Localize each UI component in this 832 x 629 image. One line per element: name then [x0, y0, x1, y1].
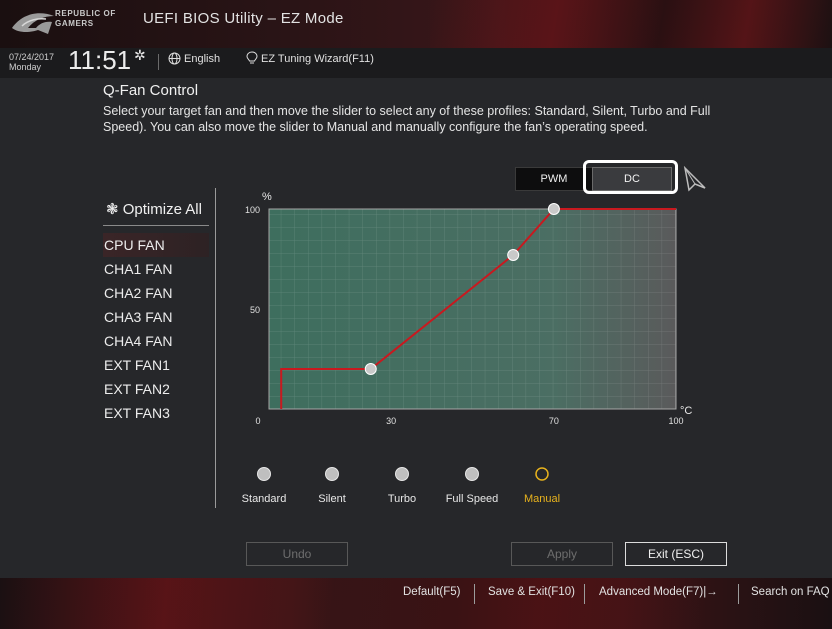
fan-list: CPU FAN CHA1 FAN CHA2 FAN CHA3 FAN CHA4 FAN E…	[103, 233, 209, 425]
search-faq-button[interactable]: Search on FAQ	[751, 586, 830, 598]
x-tick-label: 0	[255, 416, 260, 426]
language-selector[interactable]: English	[184, 53, 220, 65]
save-exit-button[interactable]: Save & Exit(F10)	[488, 586, 575, 598]
ez-tuning-wizard-link[interactable]: EZ Tuning Wizard(F11)	[261, 53, 374, 65]
curve-handle[interactable]	[507, 249, 520, 261]
optimize-icon: ❃	[106, 201, 119, 218]
fan-item[interactable]: EXT FAN3	[103, 401, 209, 425]
gear-icon[interactable]: ✲	[134, 48, 146, 64]
fan-item[interactable]: CHA4 FAN	[103, 329, 209, 353]
separator	[158, 54, 159, 70]
optimize-all-label: Optimize All	[122, 201, 202, 218]
app-title: UEFI BIOS Utility – EZ Mode	[143, 10, 344, 27]
profile-label[interactable]: Turbo	[388, 493, 416, 505]
fan-item[interactable]: CPU FAN	[103, 233, 209, 257]
fan-item[interactable]: EXT FAN2	[103, 377, 209, 401]
logo-line1: REPUBLIC OF	[55, 9, 116, 18]
profile-label[interactable]: Full Speed	[446, 493, 499, 505]
section-title: Q-Fan Control	[103, 82, 199, 99]
y-axis-unit: %	[262, 191, 272, 203]
profile-knob[interactable]	[325, 467, 339, 481]
profile-label[interactable]: Manual	[524, 493, 560, 505]
fan-item[interactable]: CHA3 FAN	[103, 305, 209, 329]
separator	[738, 584, 739, 604]
globe-icon[interactable]	[168, 52, 181, 65]
y-tick-label: 100	[245, 205, 260, 215]
lightbulb-icon[interactable]	[246, 51, 258, 65]
advanced-mode-button[interactable]: Advanced Mode(F7)|→	[599, 586, 718, 598]
fan-item[interactable]: EXT FAN1	[103, 353, 209, 377]
profile-label[interactable]: Silent	[318, 493, 346, 505]
profile-knob[interactable]	[465, 467, 479, 481]
optimize-all-button[interactable]: ❃ Optimize All	[106, 200, 202, 218]
exit-button[interactable]: Exit (ESC)	[625, 542, 727, 566]
separator	[474, 584, 475, 604]
fan-curve-chart[interactable]: %°C100500 30 70 100	[240, 188, 700, 438]
vertical-divider	[215, 188, 216, 508]
profile-label[interactable]: Standard	[242, 493, 287, 505]
profile-slider[interactable]: Standard Silent Turbo Full Speed Manual	[240, 462, 580, 512]
logo-wordmark: REPUBLIC OF GAMERS	[55, 9, 116, 29]
fan-item[interactable]: CHA2 FAN	[103, 281, 209, 305]
fan-item[interactable]: CHA1 FAN	[103, 257, 209, 281]
separator	[584, 584, 585, 604]
clock: 11:51	[68, 45, 132, 75]
logo-line2: GAMERS	[55, 19, 94, 28]
y-tick-label: 50	[250, 305, 260, 315]
profile-knob-selected[interactable]	[535, 467, 549, 481]
x-tick-label: 30	[386, 416, 396, 426]
apply-button[interactable]: Apply	[511, 542, 613, 566]
x-tick-label: 100	[668, 416, 683, 426]
undo-button[interactable]: Undo	[246, 542, 348, 566]
title-bar-decoration	[430, 0, 832, 48]
date-display: 07/24/2017 Monday	[9, 52, 54, 72]
date-text: 07/24/2017	[9, 52, 55, 62]
chart-grid	[269, 209, 676, 409]
section-description: Select your target fan and then move the…	[103, 104, 711, 134]
divider	[103, 225, 209, 226]
curve-handle[interactable]	[364, 363, 377, 375]
profile-knob[interactable]	[395, 467, 409, 481]
day-text: Monday	[9, 62, 42, 72]
default-button[interactable]: Default(F5)	[403, 586, 461, 598]
curve-handle[interactable]	[547, 203, 560, 215]
x-tick-label: 70	[549, 416, 559, 426]
profile-knob[interactable]	[257, 467, 271, 481]
